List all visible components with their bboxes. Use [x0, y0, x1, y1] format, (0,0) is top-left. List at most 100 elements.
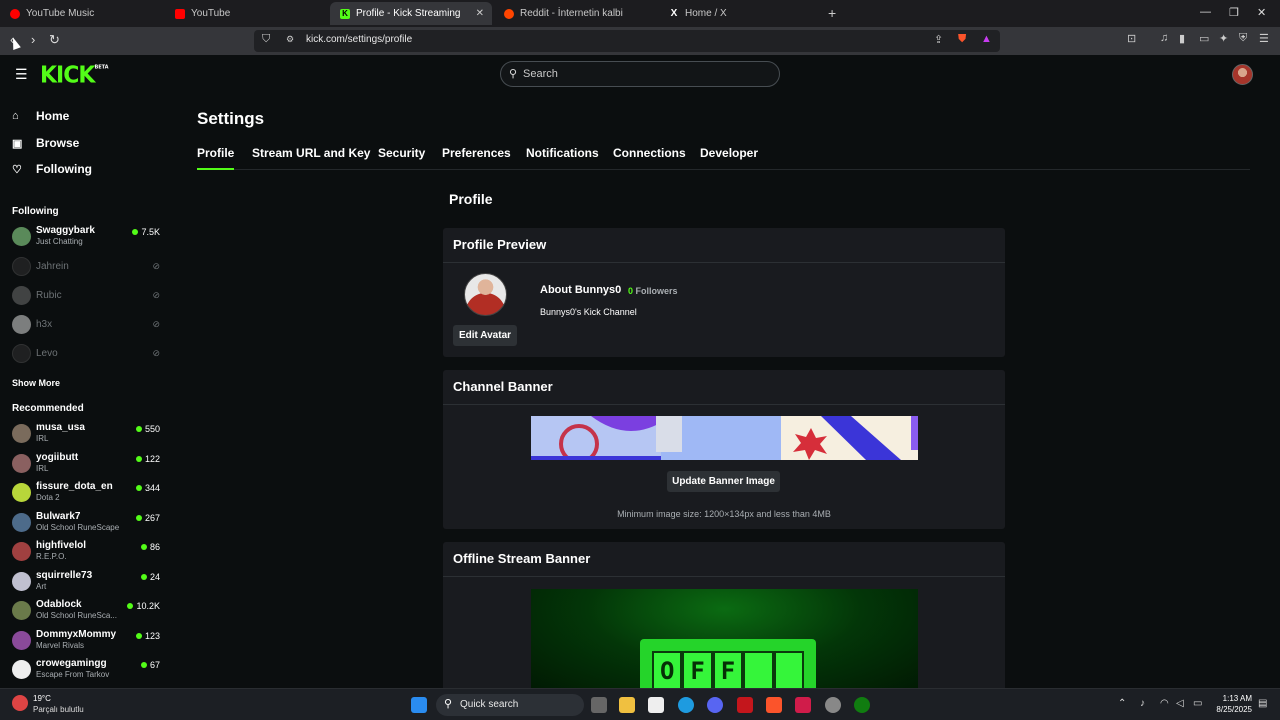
card-title: Channel Banner	[453, 379, 553, 394]
user-avatar[interactable]	[1232, 64, 1253, 85]
menu-icon[interactable]: ☰	[1259, 32, 1269, 45]
following-channel-levo[interactable]: Levo ⊘	[12, 341, 160, 367]
clock[interactable]: 1:13 AM 8/25/2025	[1212, 693, 1252, 715]
wallet-icon[interactable]: ▭	[1199, 32, 1209, 45]
app-icon[interactable]	[795, 697, 811, 713]
offline-icon: ⊘	[152, 348, 160, 358]
forward-icon[interactable]: ›	[31, 32, 35, 47]
store-icon[interactable]	[648, 697, 664, 713]
kick-logo[interactable]: KICKBETA	[40, 62, 109, 88]
reload-icon[interactable]: ↻	[49, 32, 60, 48]
search-icon: ⚲	[509, 68, 518, 80]
vpn-icon[interactable]: ⛨	[1239, 32, 1247, 45]
recommended-channel[interactable]: musa_usa IRL 550	[12, 421, 160, 447]
tray-chevron-icon[interactable]: ⌃	[1118, 698, 1126, 709]
recommended-channel[interactable]: crowegamingg Escape From Tarkov 67	[12, 657, 160, 683]
channel-avatar	[12, 424, 31, 443]
new-tab-icon[interactable]: +	[828, 5, 836, 21]
recommended-channel[interactable]: yogiibutt IRL 122	[12, 451, 160, 477]
xbox-icon[interactable]	[854, 697, 870, 713]
app-icon[interactable]	[825, 697, 841, 713]
channel-banner-card: Channel Banner Update Banner Image Minim…	[443, 370, 1005, 529]
tab-connections[interactable]: Connections	[613, 146, 686, 168]
url-text[interactable]: kick.com/settings/profile	[306, 34, 412, 45]
following-channel-rubic[interactable]: Rubic ⊘	[12, 283, 160, 309]
close-window-icon[interactable]: ✕	[1257, 6, 1266, 19]
brave-shield-icon[interactable]: ⛊	[958, 33, 966, 46]
x-icon: X	[669, 7, 679, 19]
channel-avatar	[12, 601, 31, 620]
browser-tab[interactable]: YouTube	[165, 2, 330, 25]
browser-toolbar: ‹ › ↻ ⛉ ⚙ kick.com/settings/profile ⇪ ⛊ …	[0, 27, 1280, 55]
following-channel-swaggybark[interactable]: Swaggybark Just Chatting 7.5K	[12, 224, 160, 250]
youtube-music-icon	[10, 8, 20, 19]
sidebar-item-browse[interactable]: ▣ Browse	[12, 136, 79, 150]
search-icon: ⚲	[444, 698, 453, 710]
task-view-icon[interactable]	[591, 697, 607, 713]
tab-developer[interactable]: Developer	[700, 146, 758, 168]
edge-icon[interactable]	[678, 697, 694, 713]
channel-description: Bunnys0's Kick Channel	[540, 307, 637, 317]
tab-profile[interactable]: Profile	[197, 146, 235, 170]
sidebar-item-home[interactable]: ⌂ Home	[12, 109, 69, 123]
minimize-icon[interactable]: —	[1200, 6, 1211, 18]
battery-icon[interactable]: ▭	[1193, 698, 1202, 709]
volume-icon[interactable]: ◁	[1176, 698, 1184, 709]
maximize-icon[interactable]: ❐	[1229, 6, 1239, 19]
address-bar[interactable]: ⛉ ⚙ kick.com/settings/profile ⇪ ⛊ ▲	[254, 30, 1000, 52]
discord-icon[interactable]	[707, 697, 723, 713]
recommended-section-title: Recommended	[12, 403, 84, 414]
offline-icon: ⊘	[152, 319, 160, 329]
channel-avatar	[12, 631, 31, 650]
site-info-icon[interactable]: ⚙	[286, 34, 294, 45]
notification-icon[interactable]: ▤	[1258, 698, 1267, 709]
share-icon[interactable]: ⇪	[934, 33, 943, 46]
browser-tab[interactable]: YouTube Music	[0, 2, 165, 25]
tab-stream-url-and-key[interactable]: Stream URL and Key	[252, 146, 370, 168]
offline-banner-image: O F F	[531, 589, 918, 688]
tab-notifications[interactable]: Notifications	[526, 146, 599, 168]
search-input[interactable]: ⚲ Search	[500, 61, 780, 87]
recommended-channel[interactable]: DommyxMommy Marvel Rivals 123	[12, 628, 160, 654]
update-banner-button[interactable]: Update Banner Image	[667, 471, 780, 492]
brave-icon[interactable]	[766, 697, 782, 713]
channel-avatar	[12, 344, 31, 363]
sidebar-icon[interactable]: ▮	[1179, 32, 1185, 45]
file-explorer-icon[interactable]	[619, 697, 635, 713]
show-more-link[interactable]: Show More	[12, 378, 60, 388]
browser-tab[interactable]: Reddit - İnternetin kalbi	[494, 2, 659, 25]
hamburger-menu-icon[interactable]: ☰	[15, 66, 28, 83]
app-icon[interactable]	[737, 697, 753, 713]
recommended-channel[interactable]: Odablock Old School RuneSca... 10.2K	[12, 598, 160, 624]
profile-avatar	[464, 273, 507, 316]
tab-preferences[interactable]: Preferences	[442, 146, 511, 168]
browser-tab[interactable]: X Home / X	[659, 2, 824, 25]
channel-avatar	[12, 257, 31, 276]
recommended-channel[interactable]: fissure_dota_en Dota 2 344	[12, 480, 160, 506]
channel-avatar	[12, 227, 31, 246]
browser-tab-active[interactable]: K Profile - Kick Streaming ✕	[330, 2, 492, 25]
edit-avatar-button[interactable]: Edit Avatar	[453, 325, 517, 346]
following-channel-jahrein[interactable]: Jahrein ⊘	[12, 254, 160, 280]
kick-page: ☰ KICKBETA ⚲ Search ⌂ Home ▣ Browse ♡ Follo…	[0, 55, 1280, 688]
quick-search-input[interactable]: ⚲ Quick search	[436, 694, 584, 716]
recommended-channel[interactable]: squirrelle73 Art 24	[12, 569, 160, 595]
following-channel-h3x[interactable]: h3x ⊘	[12, 312, 160, 338]
leo-icon[interactable]: ✦	[1219, 32, 1228, 45]
rewards-icon[interactable]: ▲	[981, 33, 992, 45]
channel-avatar	[12, 454, 31, 473]
microphone-icon[interactable]: ♪	[1140, 698, 1145, 709]
close-tab-icon[interactable]: ✕	[476, 8, 484, 19]
tab-security[interactable]: Security	[378, 146, 425, 168]
media-icon[interactable]: ♫	[1160, 32, 1168, 44]
wifi-icon[interactable]: ◠	[1160, 698, 1169, 709]
section-title: Profile	[449, 191, 493, 207]
screenshot-icon[interactable]: ⊡	[1127, 32, 1136, 45]
channel-avatar	[12, 513, 31, 532]
start-icon[interactable]	[411, 697, 427, 713]
bookmark-icon[interactable]: ⛉	[262, 33, 270, 46]
recommended-channel[interactable]: Bulwark7 Old School RuneScape 267	[12, 510, 160, 536]
sidebar-item-following[interactable]: ♡ Following	[12, 162, 92, 176]
recommended-channel[interactable]: highfivelol R.E.P.O. 86	[12, 539, 160, 565]
channel-banner-image	[531, 416, 918, 460]
